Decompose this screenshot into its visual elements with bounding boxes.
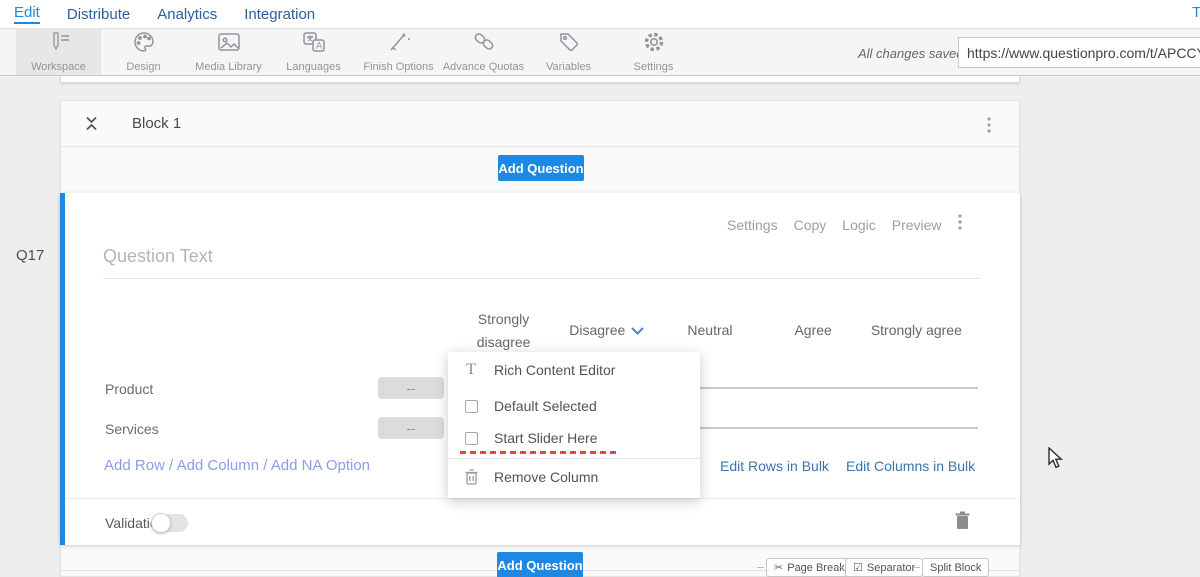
question-text-input[interactable]: Question Text [103, 246, 980, 279]
column-label: Disagree [569, 319, 625, 342]
question-copy-link[interactable]: Copy [794, 217, 827, 233]
survey-url-input[interactable] [958, 37, 1200, 68]
toolbar-item-label: Design [126, 61, 160, 73]
add-question-button-bottom[interactable]: Add Question [497, 552, 583, 577]
row-value-chip[interactable]: -- [378, 377, 444, 399]
toolbar-item-languages[interactable]: A Languages [271, 29, 356, 75]
menu-item-default-selected[interactable]: Default Selected [448, 388, 700, 424]
row-value-chip[interactable]: -- [378, 417, 444, 439]
block-header: Block 1 [61, 101, 1019, 147]
toolbar-item-label: Languages [286, 61, 340, 73]
row-label-services[interactable]: Services [105, 421, 159, 437]
menu-item-rich-content-editor[interactable]: T Rich Content Editor [448, 352, 700, 388]
toolbar-item-label: Finish Options [363, 61, 433, 73]
red-annotation-underline [460, 451, 618, 454]
chain-icon [471, 31, 497, 58]
checkbox-icon [461, 400, 481, 413]
svg-text:A: A [316, 41, 322, 51]
menu-item-label: Rich Content Editor [494, 362, 615, 378]
nav-edge-partial[interactable]: T [1192, 4, 1200, 21]
question-settings-link[interactable]: Settings [727, 217, 778, 233]
toolbar-item-label: Variables [546, 61, 591, 73]
toolbar-item-label: Workspace [31, 61, 86, 73]
toolbar-item-label: Media Library [195, 61, 262, 73]
menu-item-label: Default Selected [494, 398, 597, 414]
row-label-product[interactable]: Product [105, 381, 153, 397]
menu-item-remove-column[interactable]: Remove Column [448, 459, 700, 495]
block-kebab-menu-icon[interactable] [987, 117, 991, 138]
column-agree[interactable]: Agree [762, 304, 865, 358]
block-title: Block 1 [132, 115, 181, 132]
checkbox-icon [461, 432, 481, 445]
toolbar-item-media-library[interactable]: Media Library [186, 29, 271, 75]
toolbar-item-label: Settings [634, 61, 674, 73]
top-navbar: Edit Distribute Analytics Integration T [0, 0, 1200, 29]
toolbar-item-workspace[interactable]: Workspace [16, 29, 101, 75]
save-status: All changes saved [858, 46, 964, 61]
menu-item-label: Start Slider Here [494, 430, 597, 446]
palette-icon [132, 31, 156, 58]
toolbar-item-finish-options[interactable]: Finish Options [356, 29, 441, 75]
chevron-down-icon[interactable] [631, 319, 644, 342]
menu-item-label: Remove Column [494, 469, 598, 485]
text-format-icon: T [461, 361, 481, 379]
column-disagree[interactable]: Disagree [555, 304, 658, 358]
toolbar-item-advance-quotas[interactable]: Advance Quotas [441, 29, 526, 75]
nav-distribute[interactable]: Distribute [67, 6, 130, 23]
matrix-column-headers: Strongly disagree Disagree Neutral Agree… [452, 304, 968, 358]
row-column-links: Add Row / Add Column / Add NA Option [104, 457, 370, 474]
add-na-option-link[interactable]: Add NA Option [271, 457, 370, 474]
column-neutral[interactable]: Neutral [658, 304, 761, 358]
column-options-dropdown: T Rich Content Editor Default Selected S… [448, 352, 700, 498]
column-strongly-agree[interactable]: Strongly agree [865, 304, 968, 358]
edit-rows-in-bulk-link[interactable]: Edit Rows in Bulk [720, 458, 829, 474]
collapse-block-icon[interactable] [85, 116, 98, 131]
scissors-icon: ✂ [774, 561, 783, 574]
translate-icon: A [301, 31, 327, 58]
previous-block-edge [60, 76, 1020, 83]
toolbar-item-design[interactable]: Design [101, 29, 186, 75]
edit-columns-in-bulk-link[interactable]: Edit Columns in Bulk [846, 458, 975, 474]
tag-icon [557, 31, 581, 58]
image-icon [216, 31, 242, 58]
connector-dash [836, 567, 843, 568]
nav-analytics[interactable]: Analytics [157, 6, 217, 23]
toolbar-item-label: Advance Quotas [443, 61, 524, 73]
checked-checkbox-icon: ☑ [853, 561, 863, 574]
add-column-link[interactable]: Add Column [177, 457, 260, 474]
workspace-icon [47, 31, 71, 58]
delete-question-trash-icon[interactable] [955, 511, 970, 535]
toolbar-item-variables[interactable]: Variables [526, 29, 611, 75]
gear-icon [642, 31, 666, 58]
separator-button[interactable]: ☑ Separator [845, 558, 923, 577]
wand-icon [387, 31, 411, 58]
question-actions: Settings Copy Logic Preview [727, 214, 962, 235]
nav-integration[interactable]: Integration [244, 6, 315, 23]
column-strongly-disagree[interactable]: Strongly disagree [452, 304, 555, 358]
connector-dash [913, 567, 920, 568]
nav-edit[interactable]: Edit [14, 4, 40, 24]
question-logic-link[interactable]: Logic [842, 217, 875, 233]
question-preview-link[interactable]: Preview [892, 217, 942, 233]
add-row-link[interactable]: Add Row [104, 457, 165, 474]
toggle-knob [151, 513, 171, 533]
card-divider [65, 498, 1019, 499]
connector-dash [757, 567, 764, 568]
trash-icon [461, 469, 481, 485]
validation-toggle[interactable] [152, 514, 188, 532]
mouse-cursor [1048, 447, 1066, 474]
add-question-button-top[interactable]: Add Question [498, 155, 584, 181]
toolbar-item-settings[interactable]: Settings [611, 29, 696, 75]
button-label: Separator [867, 562, 915, 574]
question-kebab-menu-icon[interactable] [958, 214, 962, 235]
split-block-button[interactable]: Split Block [922, 558, 989, 577]
question-id: Q17 [16, 247, 44, 264]
button-label: Split Block [930, 562, 981, 574]
